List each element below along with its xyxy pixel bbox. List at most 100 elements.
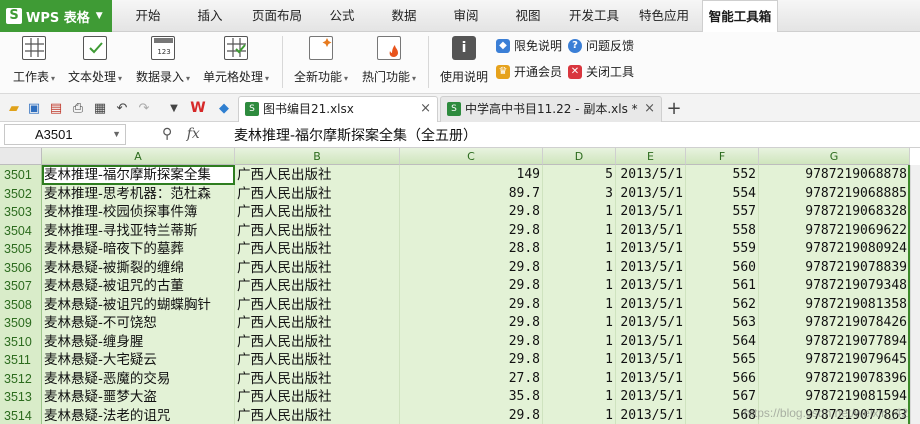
cell-title[interactable]: 麦林悬疑-被诅咒的蝴蝶胸针 <box>42 294 235 315</box>
column-header-g[interactable]: G <box>759 148 910 165</box>
undo-icon[interactable]: ↶ <box>114 100 130 116</box>
free-limit-button[interactable]: ◆ 限免说明 <box>496 36 562 56</box>
cell-isbn[interactable]: 9787219077894 <box>759 331 910 352</box>
formula-input[interactable]: 麦林推理-福尔摩斯探案全集（全五册） <box>234 125 477 145</box>
cell-number[interactable]: 565 <box>686 350 759 370</box>
column-header-e[interactable]: E <box>616 148 686 165</box>
cell-date[interactable]: 2013/5/1 <box>616 165 686 185</box>
cell-price[interactable]: 27.8 <box>400 368 543 389</box>
cloud-box-icon[interactable]: ◆ <box>216 100 232 116</box>
new-tab-plus-icon[interactable]: + <box>666 98 682 119</box>
cell-number[interactable]: 558 <box>686 220 759 241</box>
cell-number[interactable]: 562 <box>686 294 759 315</box>
print-preview-icon[interactable]: ▦ <box>92 100 108 116</box>
export-pdf-icon[interactable]: ▤ <box>48 100 64 116</box>
column-header-b[interactable]: B <box>235 148 400 165</box>
data-entry-button[interactable]: 123 数据录入 ▾ <box>132 34 194 90</box>
cell-date[interactable]: 2013/5/1 <box>616 387 686 407</box>
document-tab-active[interactable]: S 图书编目21.xlsx × <box>238 96 438 122</box>
cell-isbn[interactable]: 9787219078396 <box>759 368 910 389</box>
row-header[interactable]: 3502 <box>0 183 42 204</box>
save-icon[interactable]: ▣ <box>26 100 42 116</box>
cell-quantity[interactable]: 1 <box>543 313 616 333</box>
close-icon[interactable]: × <box>420 97 431 121</box>
cell-title[interactable]: 麦林悬疑-恶魔的交易 <box>42 368 235 389</box>
select-all-corner[interactable] <box>0 148 42 165</box>
cell-isbn[interactable]: 9787219079348 <box>759 276 910 296</box>
cell-price[interactable]: 28.8 <box>400 239 543 259</box>
cell-date[interactable]: 2013/5/1 <box>616 368 686 389</box>
feedback-button[interactable]: ? 问题反馈 <box>568 36 634 56</box>
cell-isbn[interactable]: 9787219068878 <box>759 165 910 185</box>
cell-price[interactable]: 29.8 <box>400 202 543 222</box>
cell-number[interactable]: 561 <box>686 276 759 296</box>
cell-quantity[interactable]: 1 <box>543 294 616 315</box>
cell-number[interactable]: 557 <box>686 202 759 222</box>
cell-price[interactable]: 29.8 <box>400 220 543 241</box>
cell-quantity[interactable]: 1 <box>543 405 616 424</box>
tab-insert[interactable]: 插入 <box>182 0 238 32</box>
cell-quantity[interactable]: 1 <box>543 239 616 259</box>
cell-price[interactable]: 29.8 <box>400 350 543 370</box>
cell-title[interactable]: 麦林悬疑-不可饶恕 <box>42 313 235 333</box>
row-header[interactable]: 3513 <box>0 387 42 407</box>
print-icon[interactable]: ⎙ <box>70 100 86 116</box>
vertical-scrollbar[interactable] <box>910 165 920 424</box>
new-feature-button[interactable]: 全新功能 ▾ <box>290 34 352 90</box>
cell-publisher[interactable]: 广西人民出版社 <box>235 350 400 370</box>
row-header[interactable]: 3501 <box>0 165 42 185</box>
cell-quantity[interactable]: 1 <box>543 257 616 278</box>
hot-feature-button[interactable]: 热门功能 ▾ <box>358 34 420 90</box>
cell-title[interactable]: 麦林悬疑-法老的诅咒 <box>42 405 235 424</box>
cell-quantity[interactable]: 1 <box>543 202 616 222</box>
tab-home[interactable]: 开始 <box>120 0 176 32</box>
cell-price[interactable]: 29.8 <box>400 257 543 278</box>
cell-price[interactable]: 89.7 <box>400 183 543 204</box>
cell-isbn[interactable]: 9787219078839 <box>759 257 910 278</box>
redo-icon[interactable]: ↷ <box>136 100 152 116</box>
cell-quantity[interactable]: 1 <box>543 387 616 407</box>
cell-title[interactable]: 麦林推理-思考机器：范杜森 <box>42 183 235 204</box>
tab-smart-toolbox[interactable]: 智能工具箱 <box>702 0 778 32</box>
cell-isbn[interactable]: 9787219081358 <box>759 294 910 315</box>
cell-quantity[interactable]: 1 <box>543 220 616 241</box>
cell-publisher[interactable]: 广西人民出版社 <box>235 165 400 185</box>
cell-price[interactable]: 35.8 <box>400 387 543 407</box>
worksheet-button[interactable]: 工作表 ▾ <box>6 34 62 90</box>
cell-title[interactable]: 麦林悬疑-被撕裂的缠绵 <box>42 257 235 278</box>
cell-date[interactable]: 2013/5/1 <box>616 276 686 296</box>
open-membership-button[interactable]: ♛ 开通会员 <box>496 62 562 82</box>
cell-quantity[interactable]: 1 <box>543 350 616 370</box>
customize-dropdown-icon[interactable]: ▼ <box>166 100 182 116</box>
cell-publisher[interactable]: 广西人民出版社 <box>235 257 400 278</box>
cell-number[interactable]: 559 <box>686 239 759 259</box>
cell-publisher[interactable]: 广西人民出版社 <box>235 387 400 407</box>
cell-isbn[interactable]: 9787219069622 <box>759 220 910 241</box>
row-header[interactable]: 3508 <box>0 294 42 315</box>
close-icon[interactable]: × <box>644 97 655 121</box>
cell-price[interactable]: 29.8 <box>400 313 543 333</box>
cell-date[interactable]: 2013/5/1 <box>616 183 686 204</box>
close-tool-button[interactable]: ✕ 关闭工具 <box>568 62 634 82</box>
cell-publisher[interactable]: 广西人民出版社 <box>235 239 400 259</box>
cell-number[interactable]: 554 <box>686 183 759 204</box>
cell-number[interactable]: 552 <box>686 165 759 185</box>
cell-publisher[interactable]: 广西人民出版社 <box>235 202 400 222</box>
cell-title[interactable]: 麦林推理-福尔摩斯探案全集 <box>42 165 235 185</box>
cell-date[interactable]: 2013/5/1 <box>616 313 686 333</box>
tab-page-layout[interactable]: 页面布局 <box>244 0 310 32</box>
cell-number[interactable]: 563 <box>686 313 759 333</box>
document-tab-inactive[interactable]: S 中学高中书目11.22 - 副本.xls * × <box>440 96 662 122</box>
tab-review[interactable]: 审阅 <box>438 0 494 32</box>
column-header-d[interactable]: D <box>543 148 616 165</box>
cell-number[interactable]: 566 <box>686 368 759 389</box>
function-fx-icon[interactable]: fx <box>187 126 200 142</box>
row-header[interactable]: 3510 <box>0 331 42 352</box>
tab-developer[interactable]: 开发工具 <box>562 0 626 32</box>
row-header[interactable]: 3506 <box>0 257 42 278</box>
cell-title[interactable]: 麦林悬疑-缠身腥 <box>42 331 235 352</box>
cell-quantity[interactable]: 3 <box>543 183 616 204</box>
row-header[interactable]: 3504 <box>0 220 42 241</box>
cell-date[interactable]: 2013/5/1 <box>616 294 686 315</box>
cell-isbn[interactable]: 9787219080924 <box>759 239 910 259</box>
